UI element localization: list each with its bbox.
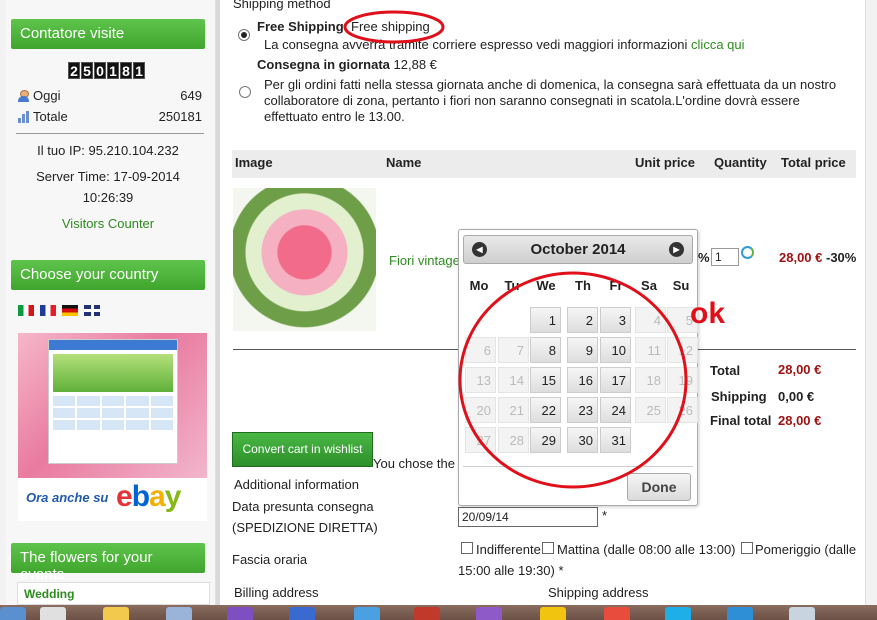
taskbar-app-icon[interactable] — [414, 607, 440, 620]
folder-icon[interactable] — [103, 607, 129, 620]
annotation-circle-calendar — [458, 271, 688, 489]
chat-icon[interactable] — [476, 607, 502, 620]
taskbar-app-icon[interactable] — [727, 607, 753, 620]
taskbar-app-icon[interactable] — [540, 607, 566, 620]
taskbar-app-icon[interactable] — [789, 607, 815, 620]
skype-icon[interactable] — [665, 607, 691, 620]
chrome-icon[interactable] — [604, 607, 630, 620]
annotation-ok-text: ok — [690, 297, 725, 330]
browser-icon[interactable] — [289, 607, 315, 620]
taskbar-app-icon[interactable] — [227, 607, 253, 620]
taskbar-app-icon[interactable] — [40, 607, 66, 620]
taskbar-app-icon[interactable] — [0, 607, 26, 620]
taskbar-app-icon[interactable] — [354, 607, 380, 620]
annotation-overlay: ok — [343, 10, 725, 489]
annotation-circle-free-shipping — [343, 10, 445, 44]
taskbar-app-icon[interactable] — [166, 607, 192, 620]
